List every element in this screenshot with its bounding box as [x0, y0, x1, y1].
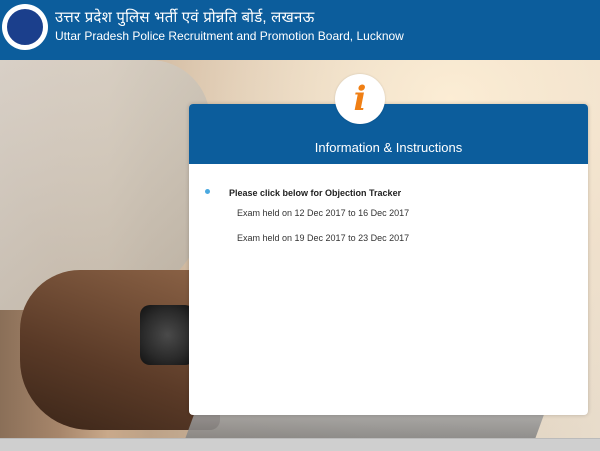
bullet-icon: [205, 189, 210, 194]
exam-link-19-23-dec[interactable]: Exam held on 19 Dec 2017 to 23 Dec 2017: [237, 233, 409, 243]
info-panel-title: Information & Instructions: [314, 140, 463, 155]
up-police-emblem-icon[interactable]: [2, 4, 48, 50]
emblem-inner: [5, 7, 45, 47]
objection-tracker-notice: Please click below for Objection Tracker: [229, 188, 402, 198]
background-wristwatch: [140, 305, 195, 365]
info-glyph: i: [353, 79, 367, 119]
header-text: उत्तर प्रदेश पुलिस भर्ती एवं प्रोन्नति ब…: [55, 9, 404, 44]
info-panel: Information & Instructions i Please clic…: [189, 74, 588, 415]
exam-link-12-16-dec[interactable]: Exam held on 12 Dec 2017 to 16 Dec 2017: [237, 208, 409, 218]
info-panel-header: Information & Instructions: [189, 104, 588, 164]
hindi-title: उत्तर प्रदेश पुलिस भर्ती एवं प्रोन्नति ब…: [55, 9, 315, 26]
bottom-bar: [0, 438, 600, 451]
english-title: Uttar Pradesh Police Recruitment and Pro…: [55, 29, 404, 43]
info-icon: i: [335, 74, 385, 124]
site-header: उत्तर प्रदेश पुलिस भर्ती एवं प्रोन्नति ब…: [0, 0, 600, 60]
